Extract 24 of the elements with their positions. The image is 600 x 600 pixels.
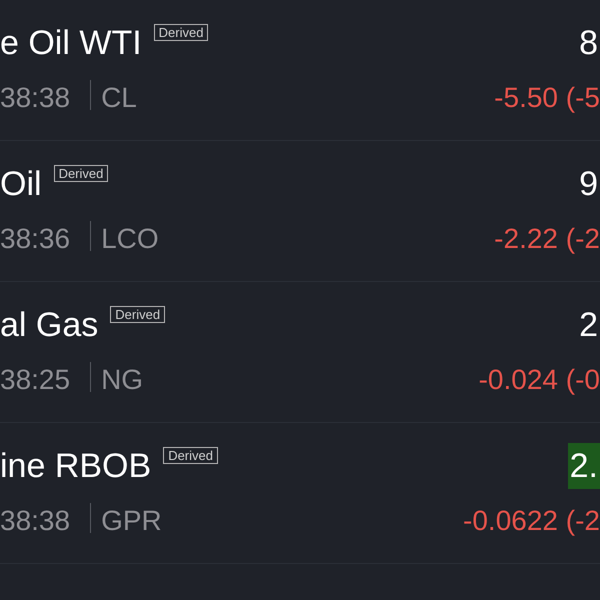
- price-change: -2.22 (-2: [494, 222, 600, 256]
- price-value: 8: [578, 23, 599, 64]
- derived-tag: Derived: [54, 165, 108, 182]
- derived-tag: Derived: [154, 24, 208, 41]
- price-value: 2.: [568, 443, 600, 489]
- price-change: -5.50 (-5: [494, 81, 600, 115]
- price-value: 9: [578, 164, 599, 205]
- instrument-name: Oil: [0, 164, 42, 205]
- quote-time: 38:38: [0, 81, 70, 115]
- ticker-symbol: NG: [101, 363, 144, 397]
- price-value: 2: [578, 305, 599, 346]
- derived-tag: Derived: [110, 306, 166, 323]
- quote-time: 38:36: [0, 222, 70, 256]
- instrument-name: e Oil WTI: [0, 23, 142, 64]
- price-change: -0.024 (-0: [478, 363, 600, 397]
- ticker-symbol: CL: [101, 81, 137, 115]
- quote-time: 38:25: [0, 363, 70, 397]
- quote-time: 38:38: [0, 504, 70, 538]
- instrument-name: al Gas: [0, 305, 98, 346]
- ticker-symbol: GPR: [101, 504, 162, 538]
- price-change: -0.0622 (-2: [463, 504, 600, 538]
- derived-tag: Derived: [163, 447, 218, 464]
- instrument-name: ine RBOB: [0, 446, 152, 487]
- ticker-symbol: LCO: [101, 222, 159, 256]
